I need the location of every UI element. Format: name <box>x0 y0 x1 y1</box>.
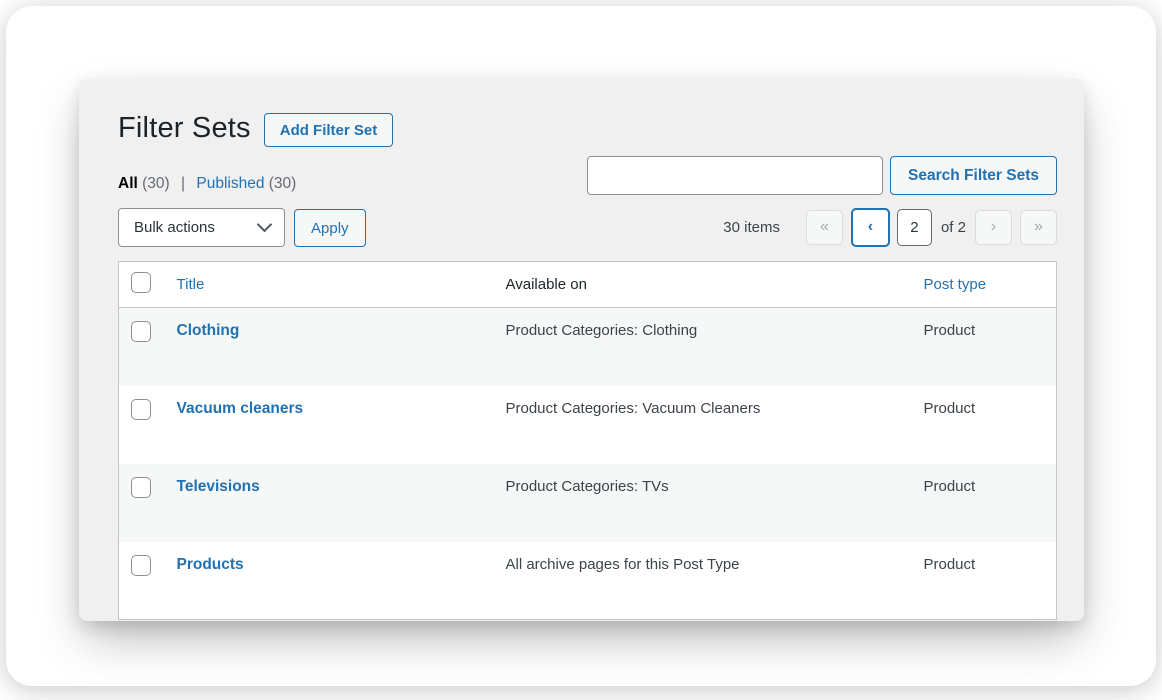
table-row: Clothing Product Categories: Clothing Pr… <box>119 308 1057 386</box>
sort-by-title-link[interactable]: Title <box>177 276 205 293</box>
view-all-count: (30) <box>142 175 170 192</box>
chevron-down-icon <box>257 217 273 233</box>
page-background: Filter Sets Add Filter Set All (30) | Pu… <box>6 6 1156 686</box>
post-type-cell: Product <box>911 464 1057 542</box>
available-on-cell: Product Categories: Vacuum Cleaners <box>493 386 911 464</box>
view-published-count: (30) <box>269 175 297 192</box>
table-row: Vacuum cleaners Product Categories: Vacu… <box>119 386 1057 464</box>
filter-set-title-link[interactable]: Televisions <box>177 478 260 495</box>
first-page-button: « <box>806 210 843 245</box>
filter-sets-table: Title Available on Post type Clothing Pr… <box>118 261 1057 620</box>
search-input[interactable] <box>587 156 883 195</box>
views-separator: | <box>181 175 185 192</box>
available-on-cell: Product Categories: TVs <box>493 464 911 542</box>
table-row: Products All archive pages for this Post… <box>119 542 1057 620</box>
table-header-row: Title Available on Post type <box>119 262 1057 308</box>
post-type-cell: Product <box>911 542 1057 620</box>
last-page-button: » <box>1020 210 1057 245</box>
column-available-on: Available on <box>506 276 587 293</box>
search-filter-sets-button[interactable]: Search Filter Sets <box>890 156 1057 195</box>
available-on-cell: Product Categories: Clothing <box>493 308 911 386</box>
row-checkbox[interactable] <box>131 555 151 576</box>
view-published-link[interactable]: Published <box>196 175 264 192</box>
total-pages-label: of 2 <box>941 219 966 236</box>
next-page-button: › <box>975 210 1012 245</box>
row-checkbox[interactable] <box>131 477 151 498</box>
page-title: Filter Sets <box>118 112 251 145</box>
bulk-actions-selected-value: Bulk actions <box>134 219 215 236</box>
search-form: Search Filter Sets <box>587 156 1057 195</box>
bulk-actions-group: Bulk actions Apply <box>118 208 366 247</box>
sort-by-post-type-link[interactable]: Post type <box>924 276 987 293</box>
table-navigation: Bulk actions Apply 30 items « ‹ 2 of 2 ›… <box>118 208 1057 247</box>
post-type-cell: Product <box>911 308 1057 386</box>
previous-page-button[interactable]: ‹ <box>851 208 890 247</box>
post-type-cell: Product <box>911 386 1057 464</box>
items-count: 30 items <box>723 219 780 236</box>
add-filter-set-button[interactable]: Add Filter Set <box>264 113 394 147</box>
available-on-cell: All archive pages for this Post Type <box>493 542 911 620</box>
apply-button[interactable]: Apply <box>294 209 366 247</box>
bulk-actions-select[interactable]: Bulk actions <box>118 208 285 247</box>
pagination: 30 items « ‹ 2 of 2 › » <box>723 208 1057 247</box>
filter-set-title-link[interactable]: Clothing <box>177 322 240 339</box>
page-header: Filter Sets Add Filter Set <box>79 79 1084 147</box>
current-page-input[interactable]: 2 <box>897 209 932 246</box>
view-all-link[interactable]: All <box>118 175 138 192</box>
table-row: Televisions Product Categories: TVs Prod… <box>119 464 1057 542</box>
filter-sets-table-container: Title Available on Post type Clothing Pr… <box>118 261 1057 620</box>
filter-set-title-link[interactable]: Products <box>177 556 244 573</box>
status-filter-links: All (30) | Published (30) <box>118 175 296 193</box>
row-checkbox[interactable] <box>131 321 151 342</box>
filter-sets-admin-screen: Filter Sets Add Filter Set All (30) | Pu… <box>79 79 1084 621</box>
select-all-checkbox[interactable] <box>131 272 151 293</box>
row-checkbox[interactable] <box>131 399 151 420</box>
filter-set-title-link[interactable]: Vacuum cleaners <box>177 400 304 417</box>
